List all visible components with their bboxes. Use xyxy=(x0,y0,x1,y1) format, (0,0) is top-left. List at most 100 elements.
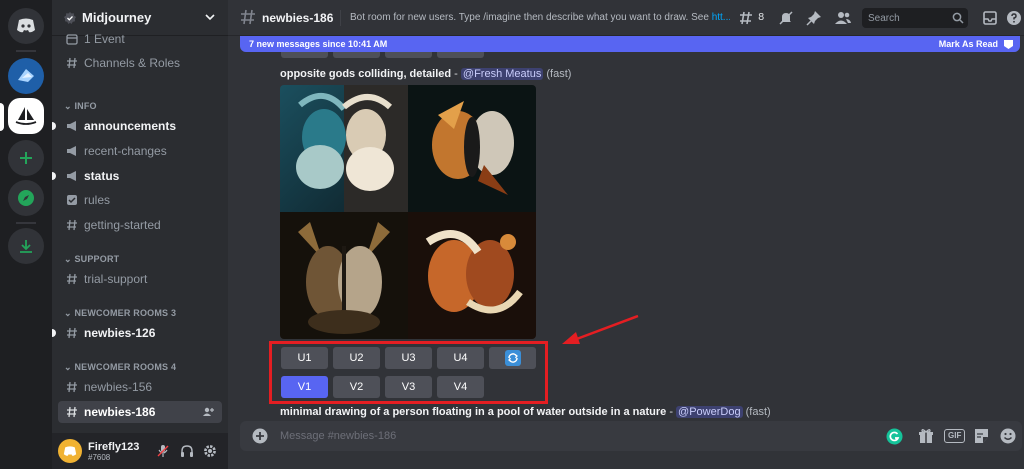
headphones-icon[interactable] xyxy=(180,444,194,458)
new-messages-text: 7 new messages since 10:41 AM xyxy=(249,39,388,49)
channel-topic[interactable]: Bot room for new users. Type /imagine th… xyxy=(350,12,730,23)
emoji-icon[interactable] xyxy=(1000,428,1016,444)
sidebar-item-label: newbies-186 xyxy=(84,405,156,419)
chevron-down-icon: ⌄ xyxy=(64,101,72,111)
previous-button-stub xyxy=(385,52,432,58)
add-attachment-icon[interactable] xyxy=(252,428,268,444)
calendar-icon xyxy=(66,34,78,45)
upscale-button-2[interactable]: U2 xyxy=(333,347,380,369)
user-tag: #7608 xyxy=(88,452,111,462)
topic-link[interactable]: htt... xyxy=(712,12,730,23)
sidebar-item-rules[interactable]: rules xyxy=(58,189,222,211)
gift-icon[interactable] xyxy=(918,428,934,444)
separator: - xyxy=(666,406,677,418)
sidebar-item-label: newbies-126 xyxy=(84,326,156,340)
sidebar-item-status[interactable]: status xyxy=(52,165,222,187)
gif-icon[interactable]: GIF xyxy=(944,429,966,443)
upscale-button-1[interactable]: U1 xyxy=(281,347,328,369)
category-newcomer-rooms-3[interactable]: ⌄ NEWCOMER ROOMS 3 xyxy=(64,308,176,319)
category-label: INFO xyxy=(74,101,97,111)
reroll-button[interactable] xyxy=(489,347,536,369)
message-header: minimal drawing of a person floating in … xyxy=(280,406,771,418)
upscale-button-4[interactable]: U4 xyxy=(437,347,484,369)
variation-button-1[interactable]: V1 xyxy=(281,376,328,398)
grammarly-icon[interactable] xyxy=(886,428,903,445)
member-list-icon[interactable] xyxy=(834,10,852,26)
previous-button-stub xyxy=(437,52,484,58)
sidebar-item-getting-started[interactable]: getting-started xyxy=(58,214,222,236)
sidebar-item-newbies-186[interactable]: newbies-186 xyxy=(58,401,222,423)
sidebar-item-announcements[interactable]: announcements xyxy=(52,115,222,137)
generated-image-4[interactable] xyxy=(408,212,536,339)
download-apps-button[interactable] xyxy=(8,228,44,264)
sidebar-item-channels-roles[interactable]: Channels & Roles xyxy=(58,52,222,74)
category-info[interactable]: ⌄ INFO xyxy=(64,101,97,112)
sidebar-item-events[interactable]: 1 Event xyxy=(58,28,222,50)
notification-bell-muted-icon[interactable] xyxy=(778,10,794,26)
user-panel: Firefly123 #7608 xyxy=(52,433,228,469)
sidebar-item-trial-support[interactable]: trial-support xyxy=(58,268,222,290)
invite-user-icon[interactable] xyxy=(202,406,214,418)
megaphone-icon xyxy=(67,146,76,156)
sidebar-item-label: recent-changes xyxy=(84,144,167,158)
sidebar-item-newbies-156[interactable]: newbies-156 xyxy=(58,376,222,398)
mark-read-icon[interactable] xyxy=(1003,39,1014,50)
topic-text: Bot room for new users. Type /imagine th… xyxy=(350,12,712,23)
channel-title: newbies-186 xyxy=(262,11,334,25)
category-support[interactable]: ⌄ SUPPORT xyxy=(64,254,119,265)
variation-button-4[interactable]: V4 xyxy=(437,376,484,398)
channel-sidebar: Midjourney 1 Event Channels & Roles ⌄ IN… xyxy=(52,0,228,469)
rail-separator xyxy=(16,222,36,224)
refresh-icon xyxy=(504,350,521,366)
variation-button-2[interactable]: V2 xyxy=(333,376,380,398)
search-icon xyxy=(952,12,964,24)
unread-indicator xyxy=(52,122,56,130)
sticker-icon[interactable] xyxy=(974,428,989,444)
sidebar-item-recent-changes[interactable]: recent-changes xyxy=(58,140,222,162)
mark-as-read-button[interactable]: Mark As Read xyxy=(939,39,998,49)
mute-microphone-icon[interactable] xyxy=(156,444,170,458)
hash-icon xyxy=(67,219,77,231)
sidebar-item-label: newbies-156 xyxy=(84,380,153,394)
previous-button-stub xyxy=(281,52,328,58)
server-rail xyxy=(0,0,52,469)
sidebar-item-label: Channels & Roles xyxy=(84,56,181,70)
threads-icon[interactable] xyxy=(738,10,754,26)
pin-icon[interactable] xyxy=(806,10,822,26)
hash-icon xyxy=(67,273,77,285)
avatar[interactable] xyxy=(58,439,82,463)
category-newcomer-rooms-4[interactable]: ⌄ NEWCOMER ROOMS 4 xyxy=(64,362,176,373)
speed-label: (fast) xyxy=(742,406,771,418)
speed-label: (fast) xyxy=(543,68,572,80)
gear-icon[interactable] xyxy=(203,444,217,458)
generated-image-1[interactable] xyxy=(280,85,408,212)
active-server-indicator xyxy=(0,103,4,131)
sidebar-item-newbies-126[interactable]: newbies-126 xyxy=(52,322,222,344)
generated-image-3[interactable] xyxy=(280,212,408,339)
help-icon[interactable] xyxy=(1006,10,1022,26)
explore-servers-button[interactable] xyxy=(8,180,44,216)
verified-badge-icon xyxy=(64,11,76,24)
inbox-icon[interactable] xyxy=(982,10,998,26)
upscale-button-3[interactable]: U3 xyxy=(385,347,432,369)
discord-home-button[interactable] xyxy=(8,8,44,44)
message-input[interactable] xyxy=(280,427,840,445)
sidebar-item-label: rules xyxy=(84,193,111,207)
category-label: NEWCOMER ROOMS 3 xyxy=(74,308,177,318)
chevron-down-icon[interactable] xyxy=(204,11,216,23)
rail-separator xyxy=(16,50,36,52)
server-icon-1[interactable] xyxy=(8,58,44,94)
generated-image-2[interactable] xyxy=(408,85,536,212)
image-grid[interactable] xyxy=(280,85,536,339)
new-messages-bar[interactable]: 7 new messages since 10:41 AM Mark As Re… xyxy=(240,36,1020,52)
user-mention[interactable]: @Fresh Meatus xyxy=(460,68,544,80)
user-info[interactable]: Firefly123 #7608 xyxy=(88,441,139,462)
server-icon-midjourney[interactable] xyxy=(8,98,44,134)
add-server-button[interactable] xyxy=(8,140,44,176)
variation-button-3[interactable]: V3 xyxy=(385,376,432,398)
compass-icon xyxy=(18,190,34,206)
user-mention[interactable]: @PowerDog xyxy=(676,406,743,418)
discord-logo-icon xyxy=(63,445,77,456)
thread-count: 8 xyxy=(758,12,765,23)
username: Firefly123 xyxy=(88,440,140,453)
